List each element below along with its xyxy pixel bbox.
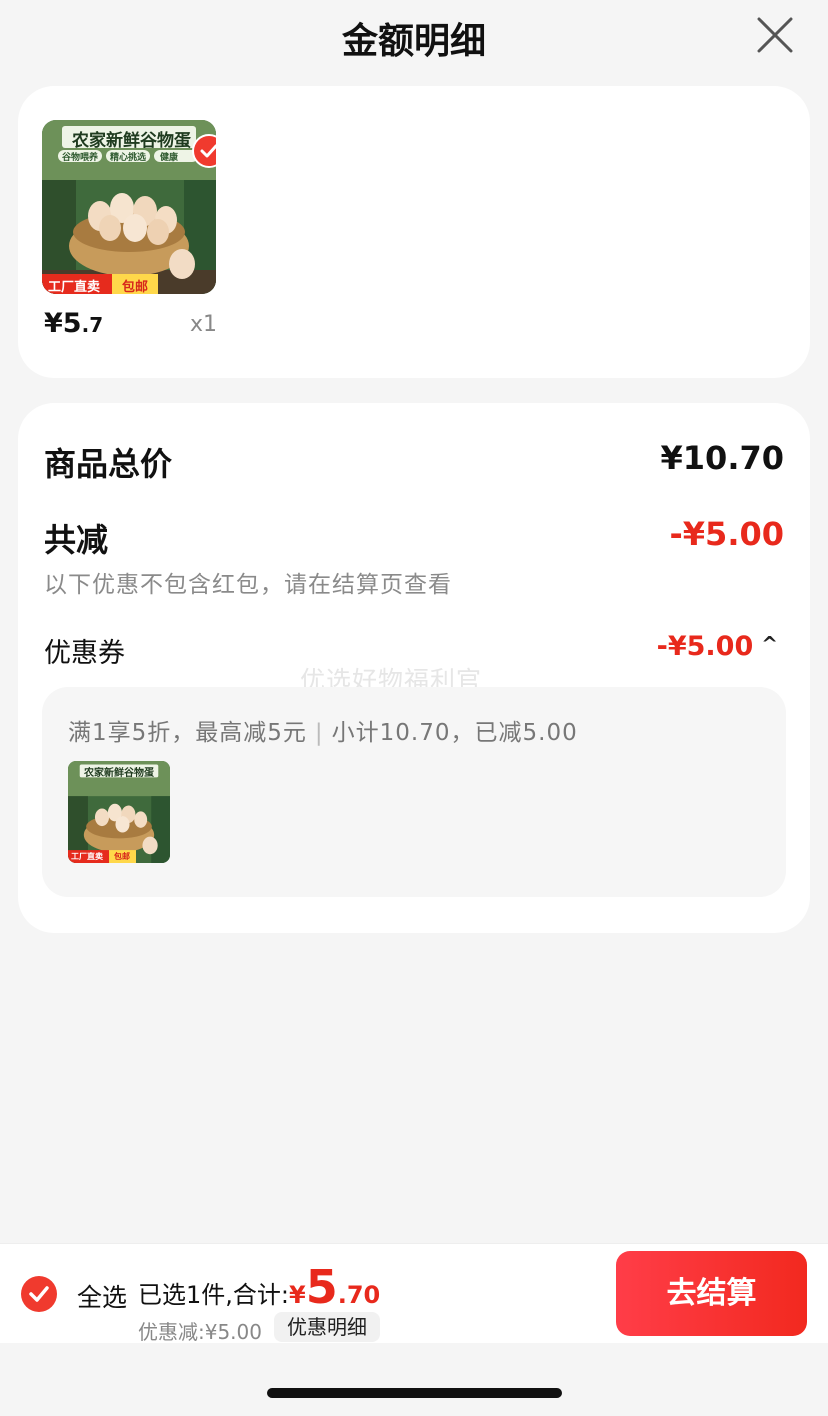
coupon-subtotal: 小计10.70，已减5.00 — [331, 720, 578, 746]
coupon-toggle[interactable]: -¥5.00 ^ — [657, 631, 778, 662]
coupon-item-image-badge: 包邮 — [114, 852, 130, 861]
coupon-item-image: 农家新鲜谷物蛋 工厂直卖 包邮 — [68, 761, 170, 863]
reduce-label: 共减 — [44, 521, 109, 559]
product-image-tag: 健康 — [160, 153, 179, 163]
checkout-bar: 全选 已选1件,合计:¥5.70 优惠减:¥5.00 优惠明细 去结算 — [0, 1243, 828, 1344]
close-icon[interactable] — [752, 12, 798, 58]
coupon-label: 优惠券 — [44, 638, 125, 669]
total-dec: .70 — [337, 1281, 381, 1309]
product-image-tag: 谷物喂养 — [62, 153, 99, 163]
close-button[interactable] — [752, 12, 798, 58]
coupon-rule: 满1享5折，最高减5元 — [68, 720, 307, 746]
discount-note: 以下优惠不包含红包，请在结算页查看 — [44, 572, 452, 598]
total-int: 5 — [305, 1260, 338, 1314]
checkout-button[interactable]: 去结算 — [616, 1251, 807, 1336]
selected-count-text: 已选1件,合计: — [138, 1281, 289, 1309]
discount-detail-button[interactable]: 优惠明细 — [274, 1312, 380, 1342]
price-symbol: ¥ — [44, 308, 63, 339]
item-price: ¥5.7 — [44, 308, 103, 339]
discount-amount: 优惠减:¥5.00 — [138, 1320, 262, 1344]
product-image-title: 农家新鲜谷物蛋 — [72, 131, 191, 151]
product-image-badge: 包邮 — [122, 280, 149, 294]
home-indicator — [267, 1388, 562, 1398]
total-currency: ¥ — [288, 1281, 306, 1309]
item-quantity: x1 — [190, 312, 218, 337]
check-icon — [200, 144, 216, 158]
product-image-tag: 精心挑选 — [110, 153, 147, 163]
coupon-item-image-title: 农家新鲜谷物蛋 — [84, 768, 154, 779]
product-image-badge: 工厂直卖 — [48, 280, 101, 294]
item-selected-check[interactable] — [192, 134, 216, 168]
coupon-detail-box: 满1享5折，最高减5元 | 小计10.70，已减5.00 农家新鲜谷物蛋 工厂直… — [42, 687, 786, 897]
total-line: 已选1件,合计:¥5.70 — [138, 1264, 380, 1310]
select-all-checkbox[interactable] — [21, 1276, 57, 1312]
header: 金额明细 — [0, 0, 828, 70]
check-icon — [29, 1286, 49, 1302]
reduce-value: -¥5.00 — [669, 515, 785, 553]
total-label: 商品总价 — [44, 445, 173, 483]
total-value: ¥10.70 — [660, 439, 784, 477]
coupon-desc: 满1享5折，最高减5元 | 小计10.70，已减5.00 — [68, 713, 578, 747]
page-title: 金额明细 — [341, 21, 486, 62]
product-image[interactable]: 农家新鲜谷物蛋 谷物喂养 精心挑选 健康 工厂直卖 包邮 — [42, 120, 216, 294]
price-dec: .7 — [81, 313, 104, 337]
chevron-up-icon: ^ — [761, 632, 778, 656]
coupon-item-image-badge: 工厂直卖 — [71, 852, 103, 861]
coupon-value: -¥5.00 — [656, 631, 754, 662]
selected-items-card: 农家新鲜谷物蛋 谷物喂养 精心挑选 健康 工厂直卖 包邮 ¥5.7 x1 — [18, 86, 810, 378]
price-summary-card: 商品总价 ¥10.70 共减 -¥5.00 以下优惠不包含红包，请在结算页查看 … — [18, 403, 810, 933]
price-int: 5 — [62, 308, 82, 339]
divider: | — [314, 720, 324, 746]
select-all-label[interactable]: 全选 — [77, 1278, 127, 1314]
